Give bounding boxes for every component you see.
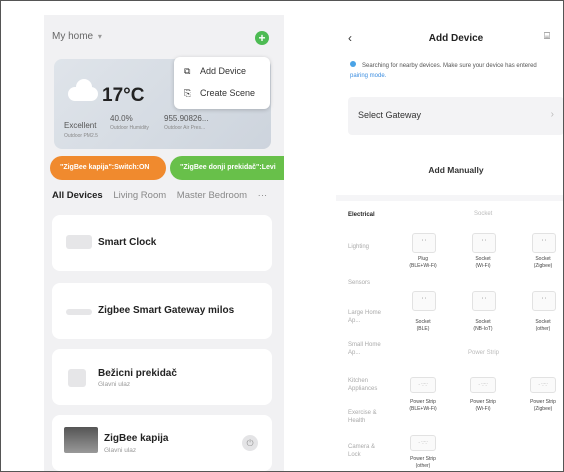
category-large-home[interactable]: Large Home Ap... bbox=[348, 309, 384, 325]
device-location: Glavni ulaz bbox=[104, 447, 137, 454]
device-name: ZigBee kapija bbox=[104, 433, 169, 444]
category-electrical[interactable]: Electrical bbox=[348, 211, 375, 219]
air-quality: Excellent bbox=[64, 121, 97, 130]
power-strip-icon[interactable]: · ∵∵ bbox=[410, 435, 436, 451]
socket-icon[interactable]: ʻ ʼ bbox=[472, 233, 496, 253]
page-title: Add Device bbox=[428, 33, 484, 44]
product-socket-wifi[interactable]: Socket (Wi-Fi) bbox=[456, 256, 510, 270]
switch-device-icon bbox=[68, 369, 86, 387]
product-strip-other[interactable]: Power Strip (other) bbox=[396, 456, 450, 470]
device-card-gate[interactable]: ZigBee kapija Glavni ulaz ⏻ bbox=[52, 415, 272, 471]
product-strip-zigbee[interactable]: Power Strip (Zigbee) bbox=[516, 399, 563, 413]
product-socket-ble[interactable]: Socket (BLE) bbox=[396, 319, 450, 333]
scene-button-1[interactable]: "ZigBee kapija":Switch:ON bbox=[50, 156, 166, 180]
pressure-label: Outdoor Air Pres... bbox=[164, 125, 206, 131]
category-camera-lock[interactable]: Camera & Lock bbox=[348, 443, 384, 459]
screenshot-frame: My home ▾ + 17°C Excellent 40.0% 955.908… bbox=[0, 0, 564, 472]
device-name: Smart Clock bbox=[98, 237, 157, 248]
category-sensors[interactable]: Sensors bbox=[348, 279, 370, 287]
clock-device-icon bbox=[66, 235, 92, 249]
plug-icon[interactable]: ʻ ʼ bbox=[412, 233, 436, 253]
gateway-device-icon bbox=[66, 309, 92, 315]
device-card-smart-clock[interactable]: Smart Clock bbox=[52, 215, 272, 271]
tab-all-devices[interactable]: All Devices bbox=[52, 190, 103, 201]
room-tabs: All Devices Living Room Master Bedroom ·… bbox=[52, 190, 275, 201]
tab-living-room[interactable]: Living Room bbox=[113, 190, 166, 201]
category-small-home[interactable]: Small Home Ap... bbox=[348, 341, 384, 357]
select-gateway-row[interactable]: Select Gateway › bbox=[348, 97, 563, 135]
scan-icon[interactable]: ⌸ bbox=[544, 31, 550, 42]
add-plus-icon[interactable]: + bbox=[255, 31, 269, 45]
home-selector[interactable]: My home ▾ bbox=[52, 31, 102, 42]
category-kitchen[interactable]: Kitchen Appliances bbox=[348, 377, 388, 393]
power-strip-icon[interactable]: · ∵∵ bbox=[470, 377, 496, 393]
tabs-more-icon[interactable]: ··· bbox=[258, 190, 268, 201]
product-strip-ble-wifi[interactable]: Power Strip (BLE+Wi-Fi) bbox=[396, 399, 450, 413]
socket-icon[interactable]: ʻ ʼ bbox=[412, 291, 436, 311]
add-device-screen: ‹ Add Device ⌸ Searching for nearby devi… bbox=[336, 15, 563, 471]
device-name: Zigbee Smart Gateway milos bbox=[98, 305, 235, 316]
add-device-icon: ⧉ bbox=[184, 66, 191, 76]
home-screen: My home ▾ + 17°C Excellent 40.0% 955.908… bbox=[44, 15, 284, 471]
power-icon[interactable]: ⏻ bbox=[242, 435, 258, 451]
power-strip-icon[interactable]: · ∵∵ bbox=[530, 377, 556, 393]
socket-icon[interactable]: ʻ ʼ bbox=[472, 291, 496, 311]
product-strip-wifi[interactable]: Power Strip (Wi-Fi) bbox=[456, 399, 510, 413]
humidity-label: Outdoor Humidity bbox=[110, 125, 149, 131]
pairing-mode-link[interactable]: pairing mode. bbox=[350, 73, 386, 79]
select-gateway-label: Select Gateway bbox=[358, 110, 422, 120]
add-manually-heading: Add Manually bbox=[428, 165, 484, 175]
power-strip-icon[interactable]: · ∵∵ bbox=[410, 377, 436, 393]
socket-icon[interactable]: ʻ ʼ bbox=[532, 233, 556, 253]
air-pressure-value: 955.90826... bbox=[164, 114, 209, 123]
device-card-switch[interactable]: Bežicni prekidač Glavni ulaz bbox=[52, 349, 272, 405]
caret-down-icon: ▾ bbox=[97, 32, 102, 41]
scene-button-2[interactable]: "ZigBee donji prekidač":Levi bbox=[170, 156, 284, 180]
add-device-menu-item[interactable]: ⧉ Add Device bbox=[184, 66, 246, 77]
humidity-value: 40.0% bbox=[110, 114, 133, 123]
searching-notice: Searching for nearby devices. Make sure … bbox=[350, 61, 537, 79]
cloud-icon bbox=[68, 79, 98, 101]
category-lighting[interactable]: Lighting bbox=[348, 243, 369, 251]
product-socket-nbiot[interactable]: Socket (NB-IoT) bbox=[456, 319, 510, 333]
product-socket-other[interactable]: Socket (other) bbox=[516, 319, 563, 333]
home-title: My home bbox=[52, 31, 94, 42]
product-socket-zigbee[interactable]: Socket (Zigbee) bbox=[516, 256, 563, 270]
tab-master-bedroom[interactable]: Master Bedroom bbox=[177, 190, 247, 201]
device-name: Bežicni prekidač bbox=[98, 368, 177, 379]
temperature: 17°C bbox=[102, 85, 145, 106]
device-card-gateway[interactable]: Zigbee Smart Gateway milos bbox=[52, 283, 272, 339]
product-plug-ble-wifi[interactable]: Plug (BLE+Wi-Fi) bbox=[396, 256, 450, 270]
chevron-right-icon: › bbox=[550, 109, 554, 120]
category-exercise[interactable]: Exercise & Health bbox=[348, 409, 388, 425]
add-menu-popup: ⧉ Add Device ⎘ Create Scene bbox=[174, 57, 270, 109]
section-socket: Socket bbox=[474, 211, 493, 217]
create-scene-icon: ⎘ bbox=[184, 88, 192, 98]
section-power-strip: Power Strip bbox=[468, 350, 500, 356]
create-scene-menu-item[interactable]: ⎘ Create Scene bbox=[184, 88, 255, 99]
device-location: Glavni ulaz bbox=[98, 381, 131, 388]
pm-label: Outdoor PM2.5 bbox=[64, 133, 98, 139]
socket-icon[interactable]: ʻ ʼ bbox=[532, 291, 556, 311]
gate-device-image bbox=[64, 427, 98, 453]
divider bbox=[336, 195, 563, 201]
searching-spinner-icon bbox=[350, 61, 356, 67]
